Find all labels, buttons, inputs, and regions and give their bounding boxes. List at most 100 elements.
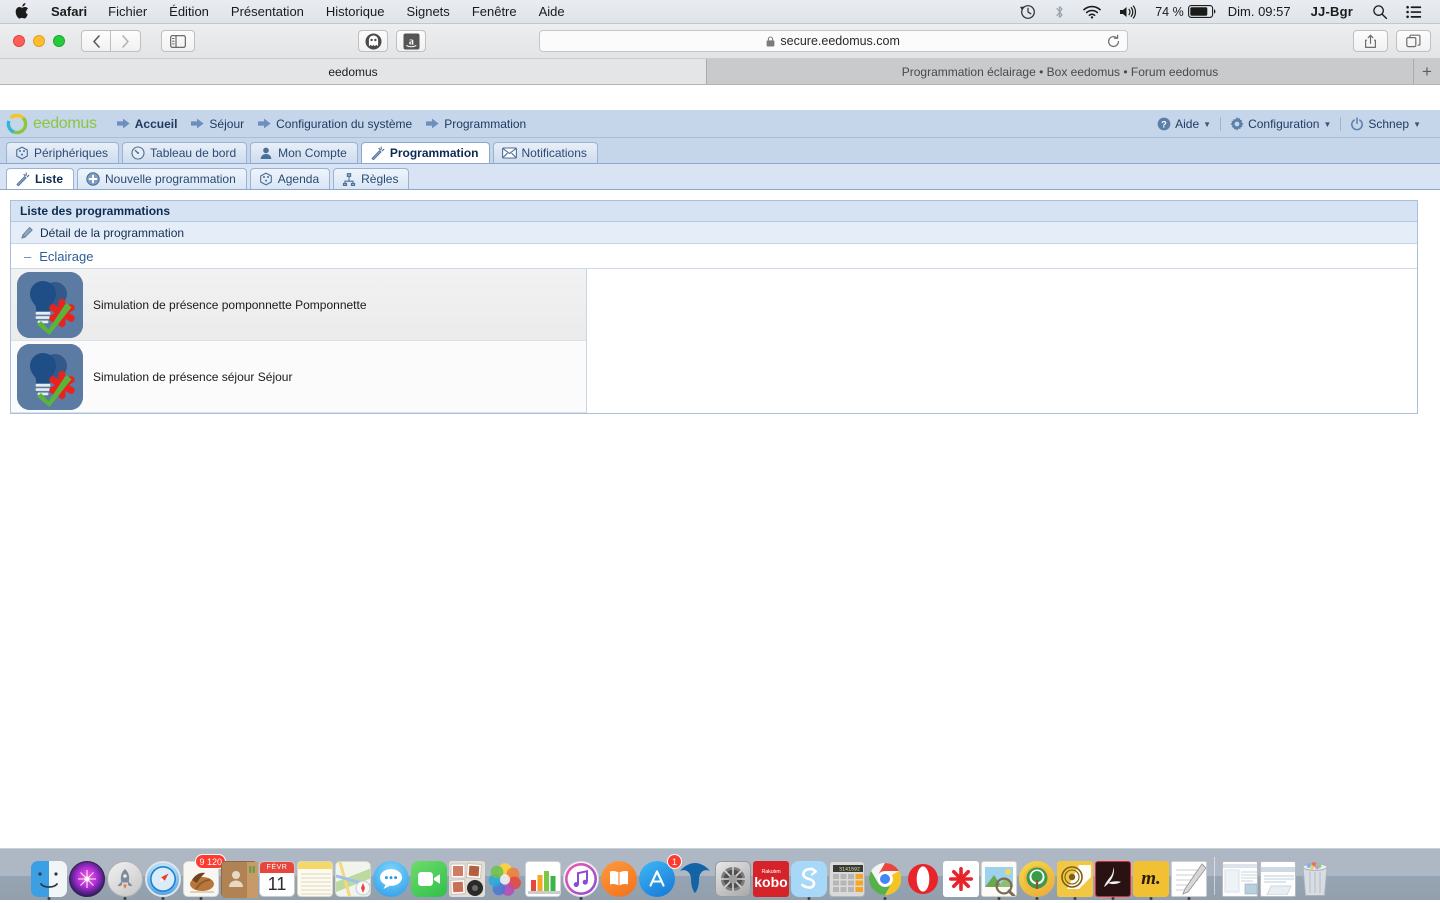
dock-item-photos[interactable] bbox=[486, 857, 524, 897]
navigation-buttons[interactable] bbox=[81, 30, 141, 52]
close-window-button[interactable] bbox=[13, 35, 25, 47]
menu-item-edition[interactable]: Édition bbox=[158, 0, 220, 24]
dock-item-maps[interactable] bbox=[334, 857, 372, 897]
amazon-extension-icon[interactable]: a bbox=[396, 30, 426, 52]
zoom-window-button[interactable] bbox=[53, 35, 65, 47]
spotlight-search-icon[interactable] bbox=[1363, 4, 1397, 20]
sidebar-icon[interactable] bbox=[161, 30, 195, 52]
bluetooth-icon[interactable] bbox=[1045, 4, 1074, 20]
tab-programmation[interactable]: Programmation bbox=[361, 142, 490, 163]
breadcrumb-label: Séjour bbox=[209, 117, 244, 131]
menu-item-historique[interactable]: Historique bbox=[315, 0, 396, 24]
time-machine-icon[interactable] bbox=[1011, 4, 1045, 20]
subtab-nouvelle-programmation[interactable]: Nouvelle programmation bbox=[77, 168, 247, 189]
reload-icon[interactable] bbox=[1106, 34, 1121, 49]
window-controls[interactable] bbox=[9, 35, 65, 47]
dock-item-hide-asterisk[interactable] bbox=[942, 857, 980, 897]
dock-item-minimized-window-2[interactable] bbox=[1259, 857, 1297, 897]
tab-mon-compte[interactable]: Mon Compte bbox=[250, 142, 358, 163]
group-row-eclairage[interactable]: – Eclairage bbox=[11, 244, 1417, 269]
dock-item-adobe-acrobat[interactable] bbox=[1094, 857, 1132, 897]
tab-peripheriques[interactable]: Périphériques bbox=[6, 142, 119, 163]
dock-item-siri[interactable] bbox=[68, 857, 106, 897]
subtab-agenda[interactable]: Agenda bbox=[250, 168, 330, 189]
mac-menu-bar: Safari Fichier Édition Présentation Hist… bbox=[0, 0, 1440, 24]
browser-tab-forum[interactable]: Programmation éclairage • Box eedomus • … bbox=[707, 59, 1414, 84]
dock-item-facetime[interactable] bbox=[410, 857, 448, 897]
back-button[interactable] bbox=[81, 30, 111, 52]
list-item[interactable]: Simulation de présence séjour Séjour bbox=[11, 341, 586, 413]
pencil-icon bbox=[20, 226, 34, 240]
collapse-toggle-icon[interactable]: – bbox=[24, 250, 31, 263]
dock-item-safari[interactable] bbox=[144, 857, 182, 897]
breadcrumb-item-programmation[interactable]: Programmation bbox=[426, 117, 526, 131]
menu-item-signets[interactable]: Signets bbox=[395, 0, 460, 24]
preview-icon bbox=[981, 861, 1017, 897]
dock-item-trash[interactable] bbox=[1297, 857, 1335, 897]
tab-tableau-de-bord[interactable]: Tableau de bord bbox=[122, 142, 247, 163]
dock-item-tree-app[interactable] bbox=[1018, 857, 1056, 897]
subtab-liste[interactable]: Liste bbox=[6, 168, 74, 189]
new-tab-button[interactable]: + bbox=[1414, 59, 1440, 84]
dock-item-scansnap[interactable] bbox=[790, 857, 828, 897]
address-bar-url: secure.eedomus.com bbox=[780, 34, 900, 48]
address-bar[interactable]: secure.eedomus.com bbox=[539, 30, 1128, 52]
dock-item-notes[interactable] bbox=[296, 857, 334, 897]
dock-item-system-preferences[interactable] bbox=[714, 857, 752, 897]
dock-item-minimized-window-1[interactable] bbox=[1221, 857, 1259, 897]
breadcrumb-item-sejour[interactable]: Séjour bbox=[191, 117, 244, 131]
dock-item-messages[interactable] bbox=[372, 857, 410, 897]
subtab-regles[interactable]: Règles bbox=[333, 168, 409, 189]
panel-subtitle-row[interactable]: Détail de la programmation bbox=[11, 222, 1417, 244]
menubar-user[interactable]: JJ-Bgr bbox=[1301, 4, 1363, 19]
configuration-menu-button[interactable]: Configuration ▼ bbox=[1221, 117, 1340, 131]
browser-tab-eedomus[interactable]: eedomus bbox=[0, 59, 707, 84]
notification-center-icon[interactable] bbox=[1397, 5, 1431, 19]
dock-item-calculator[interactable]: 3141592 bbox=[828, 857, 866, 897]
menubar-clock[interactable]: Dim. 09:57 bbox=[1218, 4, 1301, 19]
menu-item-safari[interactable]: Safari bbox=[42, 0, 97, 24]
menu-item-aide[interactable]: Aide bbox=[528, 0, 576, 24]
dock-item-textedit[interactable] bbox=[1170, 857, 1208, 897]
help-menu-button[interactable]: ? Aide ▼ bbox=[1148, 117, 1220, 131]
dock-item-mail[interactable]: 9 120 bbox=[182, 857, 220, 897]
show-all-tabs-icon[interactable] bbox=[1396, 30, 1431, 52]
dock-item-stamp-app[interactable] bbox=[1056, 857, 1094, 897]
dock-item-photo-booth[interactable] bbox=[448, 857, 486, 897]
minimize-window-button[interactable] bbox=[33, 35, 45, 47]
eedomus-logo-icon bbox=[6, 113, 28, 135]
dock-item-contacts[interactable] bbox=[220, 857, 258, 897]
volume-icon[interactable] bbox=[1110, 5, 1146, 19]
tab-notifications[interactable]: Notifications bbox=[493, 142, 598, 163]
breadcrumb-item-configuration-du-systeme[interactable]: Configuration du système bbox=[258, 117, 412, 131]
dock-item-launchpad[interactable] bbox=[106, 857, 144, 897]
configuration-menu-label: Configuration bbox=[1248, 117, 1319, 131]
dock-item-google-chrome[interactable] bbox=[866, 857, 904, 897]
ghostery-extension-icon[interactable] bbox=[358, 30, 388, 52]
eedomus-logo[interactable]: eedomus bbox=[6, 113, 97, 135]
numbers-icon bbox=[525, 861, 561, 897]
dock-item-numbers[interactable] bbox=[524, 857, 562, 897]
apple-menu-icon[interactable] bbox=[0, 3, 42, 19]
eedomus-sub-tabs: Liste Nouvelle programmation Agenda Règl… bbox=[0, 164, 1440, 190]
user-menu-button[interactable]: Schnep ▼ bbox=[1341, 117, 1430, 131]
battery-icon[interactable] bbox=[1188, 5, 1216, 18]
dock-item-opera[interactable] bbox=[904, 857, 942, 897]
dock-item-app-store[interactable]: 1 bbox=[638, 857, 676, 897]
menu-item-fichier[interactable]: Fichier bbox=[97, 0, 158, 24]
dock-item-musescore[interactable]: m. bbox=[1132, 857, 1170, 897]
dock-item-calendar[interactable]: FÉVR 11 bbox=[258, 857, 296, 897]
share-icon[interactable] bbox=[1353, 30, 1388, 52]
dock-item-ibooks[interactable] bbox=[600, 857, 638, 897]
menu-item-fenetre[interactable]: Fenêtre bbox=[461, 0, 528, 24]
wifi-icon[interactable] bbox=[1074, 5, 1110, 19]
dock-item-preview[interactable] bbox=[980, 857, 1018, 897]
dock-item-malwarebytes[interactable] bbox=[676, 857, 714, 897]
dock-item-rakuten-kobo[interactable]: Rakuten kobo bbox=[752, 857, 790, 897]
forward-button[interactable] bbox=[111, 30, 141, 52]
breadcrumb-item-accueil[interactable]: Accueil bbox=[117, 117, 178, 131]
dock-item-itunes[interactable] bbox=[562, 857, 600, 897]
dock-item-finder[interactable] bbox=[30, 857, 68, 897]
list-item[interactable]: Simulation de présence pomponnette Pompo… bbox=[11, 269, 586, 341]
menu-item-presentation[interactable]: Présentation bbox=[220, 0, 315, 24]
